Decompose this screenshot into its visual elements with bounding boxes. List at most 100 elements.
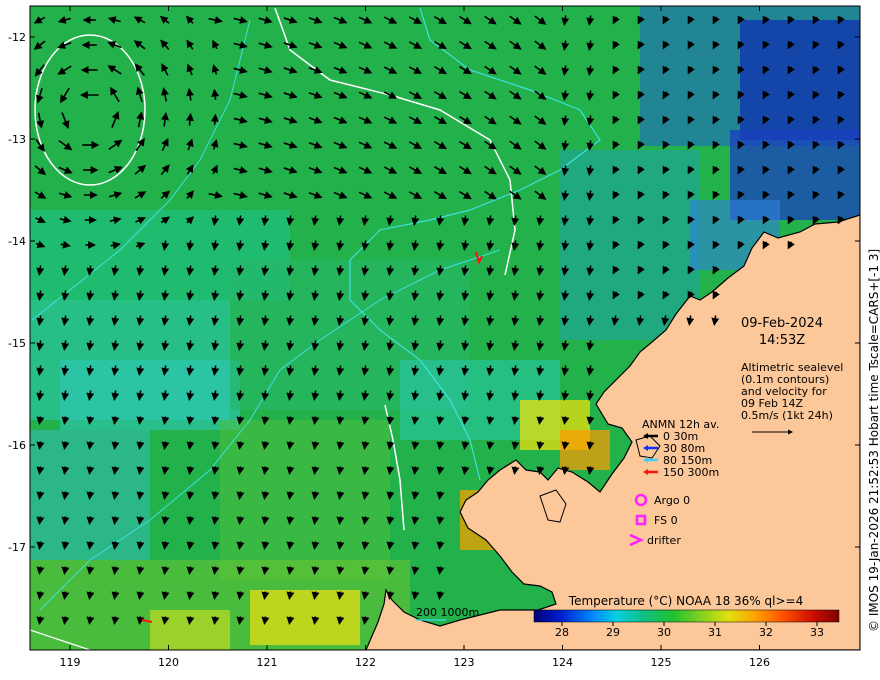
velocity-arrow <box>236 441 245 451</box>
velocity-arrow <box>336 466 345 476</box>
velocity-arrow <box>136 466 145 476</box>
velocity-arrow <box>136 591 145 601</box>
velocity-arrow <box>210 113 219 125</box>
lat-tick-label: -15 <box>8 337 26 350</box>
velocity-arrow <box>261 516 270 526</box>
velocity-arrow <box>185 112 194 126</box>
velocity-arrow <box>286 441 295 451</box>
velocity-arrow <box>111 541 120 551</box>
velocity-arrow <box>136 441 145 451</box>
velocity-arrow <box>411 441 420 451</box>
velocity-arrow <box>36 491 45 501</box>
velocity-arrow <box>61 566 70 576</box>
velocity-arrow <box>136 416 145 426</box>
velocity-arrow <box>286 541 295 551</box>
velocity-arrow <box>336 441 345 451</box>
velocity-arrow <box>261 441 270 451</box>
velocity-arrow <box>486 441 495 451</box>
velocity-arrow <box>211 516 220 526</box>
lat-tick-label: -13 <box>8 133 26 146</box>
velocity-arrow <box>211 541 220 551</box>
sea-surface-temperature-map: 119 120 121 122 123 124 125 126 -12 -13 -14 -15 -16… <box>8 5 880 669</box>
velocity-arrow <box>86 466 95 476</box>
velocity-arrow <box>186 466 195 476</box>
velocity-arrow <box>461 416 470 426</box>
velocity-arrow <box>311 591 320 601</box>
velocity-arrow <box>36 566 45 576</box>
velocity-arrow <box>236 516 245 526</box>
velocity-arrow <box>161 441 170 451</box>
velocity-arrow <box>61 441 70 451</box>
velocity-arrow <box>311 491 320 501</box>
velocity-arrow <box>361 441 370 451</box>
velocity-arrow <box>236 541 245 551</box>
velocity-arrow <box>386 541 395 551</box>
velocity-arrow <box>361 516 370 526</box>
velocity-arrow <box>61 491 70 501</box>
velocity-arrow <box>111 491 120 501</box>
colorbar-tick-label: 32 <box>759 626 773 639</box>
credit-text: © IMOS 19-Jan-2026 21:52:53 Hobart time … <box>867 249 880 632</box>
lon-tick-label: 120 <box>158 656 179 669</box>
velocity-arrow <box>336 491 345 501</box>
colorbar-tick-label: 31 <box>708 626 722 639</box>
colorbar-tick-label: 33 <box>810 626 824 639</box>
map-time: 14:53Z <box>759 333 805 348</box>
velocity-arrow <box>336 541 345 551</box>
velocity-arrow <box>161 566 170 576</box>
velocity-arrow <box>386 516 395 526</box>
velocity-arrow <box>561 441 570 451</box>
lat-tick-label: -12 <box>8 31 26 44</box>
velocity-arrow <box>286 616 295 626</box>
velocity-arrow <box>286 466 295 476</box>
velocity-arrow <box>386 416 395 426</box>
velocity-arrow <box>186 616 195 626</box>
velocity-arrow <box>161 616 170 626</box>
velocity-arrow <box>111 466 120 476</box>
velocity-arrow <box>536 416 545 426</box>
velocity-arrow <box>386 466 395 476</box>
velocity-arrow <box>461 441 470 451</box>
velocity-arrow <box>211 416 220 426</box>
velocity-arrow <box>111 616 120 626</box>
velocity-arrow <box>511 441 520 451</box>
velocity-arrow <box>61 516 70 526</box>
velocity-arrow <box>411 466 420 476</box>
velocity-arrow <box>361 616 370 626</box>
velocity-arrow <box>436 466 445 476</box>
velocity-arrow <box>111 566 120 576</box>
velocity-arrow <box>286 566 295 576</box>
velocity-arrow <box>311 466 320 476</box>
velocity-arrow <box>186 516 195 526</box>
sst-patch <box>560 430 610 470</box>
depth-legend-label: 200 1000m <box>416 606 479 619</box>
velocity-arrow <box>536 466 545 476</box>
velocity-arrow <box>161 591 170 601</box>
velocity-arrow <box>61 591 70 601</box>
lon-tick-label: 121 <box>257 656 278 669</box>
velocity-arrow <box>411 491 420 501</box>
velocity-arrow <box>436 541 445 551</box>
velocity-arrow <box>61 616 70 626</box>
velocity-arrow <box>161 491 170 501</box>
velocity-arrow <box>486 466 495 476</box>
velocity-arrow <box>86 541 95 551</box>
velocity-arrow <box>436 566 445 576</box>
lon-tick-label: 124 <box>552 656 573 669</box>
velocity-arrow <box>186 566 195 576</box>
velocity-arrow <box>161 466 170 476</box>
velocity-arrow <box>36 616 45 626</box>
velocity-arrow <box>361 491 370 501</box>
velocity-arrow <box>86 516 95 526</box>
velocity-arrow <box>136 541 145 551</box>
velocity-arrow <box>286 516 295 526</box>
velocity-arrow <box>286 591 295 601</box>
lat-tick-label: -17 <box>8 541 26 554</box>
lon-tick-label: 122 <box>355 656 376 669</box>
velocity-arrow <box>261 416 270 426</box>
velocity-arrow <box>261 591 270 601</box>
velocity-arrow <box>111 516 120 526</box>
velocity-arrow <box>211 491 220 501</box>
velocity-arrow <box>211 591 220 601</box>
velocity-arrow <box>436 591 445 601</box>
